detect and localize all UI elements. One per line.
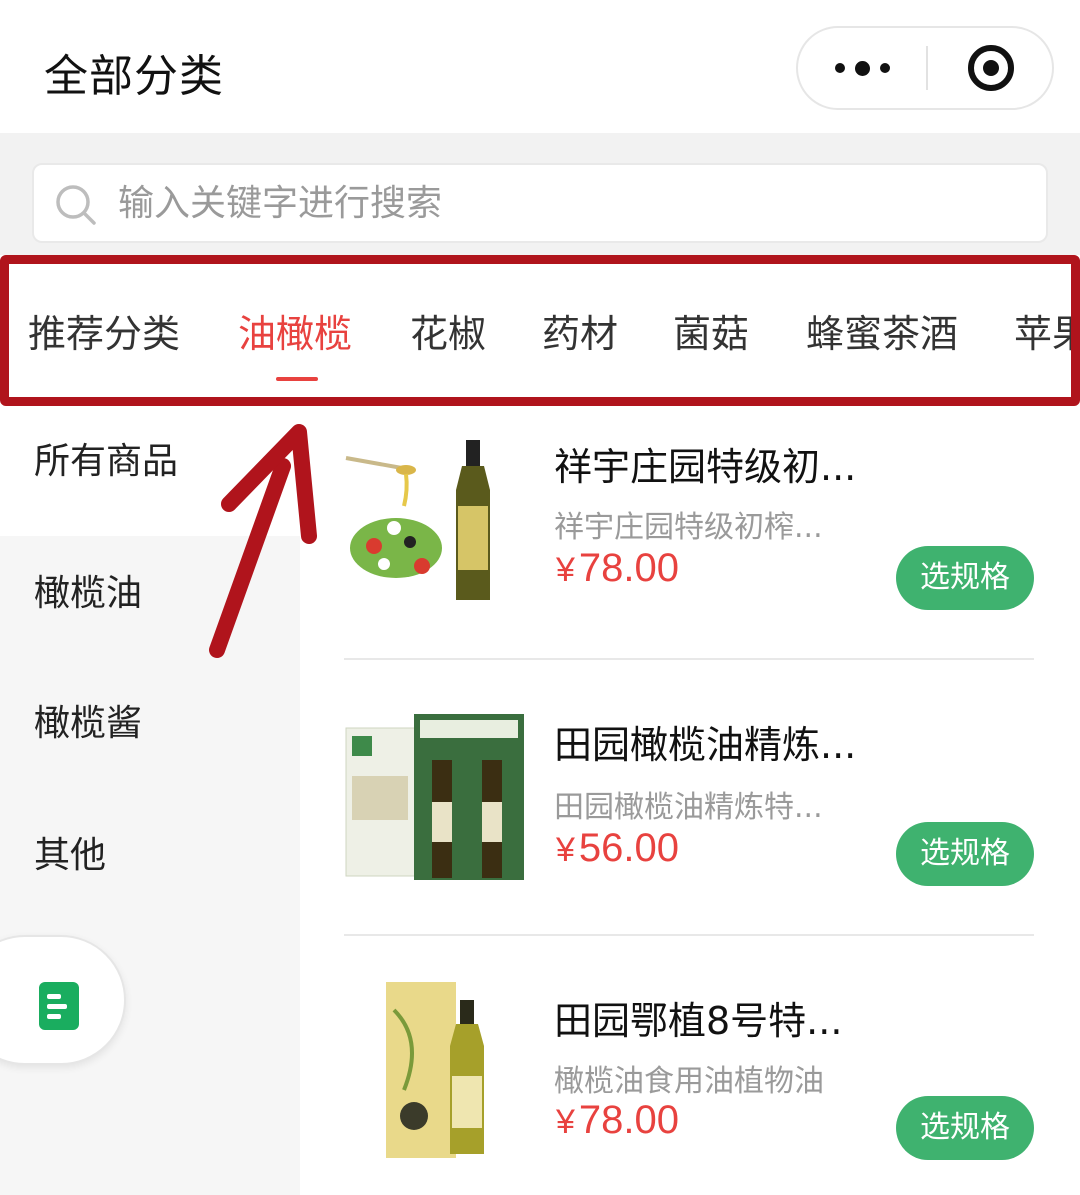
target-circle-icon[interactable] [968, 45, 1014, 91]
product-name: 田园鄂植8号特... [554, 999, 843, 1043]
select-spec-button[interactable]: 选规格 [896, 1096, 1034, 1160]
active-tab-indicator [276, 377, 318, 381]
sidebar-item-label: 所有商品 [34, 441, 179, 482]
product-card[interactable]: 田园橄榄油精炼... 田园橄榄油精炼特... ¥56.00 选规格 [344, 706, 1044, 906]
tab-mushroom[interactable]: 菌菇 [673, 303, 749, 358]
product-name: 田园橄榄油精炼... [554, 723, 857, 767]
price-value: 56.00 [578, 826, 680, 870]
annotation-arrow [209, 424, 317, 658]
tab-pepper[interactable]: 花椒 [410, 303, 486, 358]
sidebar-item-label: 其他 [34, 835, 107, 876]
price-value: 78.00 [578, 1098, 680, 1142]
select-spec-button[interactable]: 选规格 [896, 546, 1034, 610]
currency-symbol: ¥ [556, 831, 575, 869]
price-value: 78.00 [578, 546, 680, 590]
product-price: ¥56.00 [556, 826, 679, 871]
divider [344, 934, 1034, 936]
capsule-divider [926, 46, 928, 90]
select-spec-button[interactable]: 选规格 [896, 822, 1034, 886]
product-description: 祥宇庄园特级初榨... [554, 510, 823, 545]
product-card[interactable]: 田园鄂植8号特... 橄榄油食用油植物油 ¥78.00 选规格 [344, 980, 1044, 1180]
product-price: ¥78.00 [556, 546, 679, 591]
currency-symbol: ¥ [556, 551, 575, 589]
product-image [344, 980, 534, 1160]
tab-herbs[interactable]: 药材 [542, 303, 618, 358]
search-input[interactable] [118, 171, 1018, 235]
sidebar-item-label: 橄榄酱 [34, 703, 143, 744]
product-price: ¥78.00 [556, 1098, 679, 1143]
search-box[interactable] [32, 163, 1048, 243]
document-icon [39, 982, 79, 1030]
tab-olive[interactable]: 油橄榄 [238, 303, 352, 358]
product-image [344, 428, 534, 608]
title-bar: 全部分类 [0, 0, 1080, 133]
category-tabs: 推荐分类 油橄榄 花椒 药材 菌菇 蜂蜜茶酒 苹果 [0, 255, 1080, 400]
product-description: 橄榄油食用油植物油 [554, 1064, 824, 1099]
product-description: 田园橄榄油精炼特... [554, 790, 823, 825]
more-dots-icon[interactable] [798, 28, 926, 108]
currency-symbol: ¥ [556, 1103, 575, 1141]
search-bar-area [0, 133, 1080, 255]
product-image [344, 706, 534, 886]
product-name: 祥宇庄园特级初... [554, 445, 857, 489]
search-icon [56, 185, 96, 225]
tab-recommended[interactable]: 推荐分类 [28, 303, 180, 358]
product-card[interactable]: 祥宇庄园特级初... 祥宇庄园特级初榨... ¥78.00 选规格 [344, 428, 1044, 628]
sidebar-item-other[interactable]: 其他 [0, 780, 300, 910]
tab-honey-tea-wine[interactable]: 蜂蜜茶酒 [806, 303, 958, 358]
floating-document-button[interactable] [0, 935, 126, 1065]
sidebar-item-label: 橄榄油 [34, 573, 143, 614]
menu-capsule [796, 26, 1054, 110]
page-title: 全部分类 [44, 51, 224, 102]
tab-apple[interactable]: 苹果 [1014, 303, 1080, 358]
divider [344, 658, 1034, 660]
